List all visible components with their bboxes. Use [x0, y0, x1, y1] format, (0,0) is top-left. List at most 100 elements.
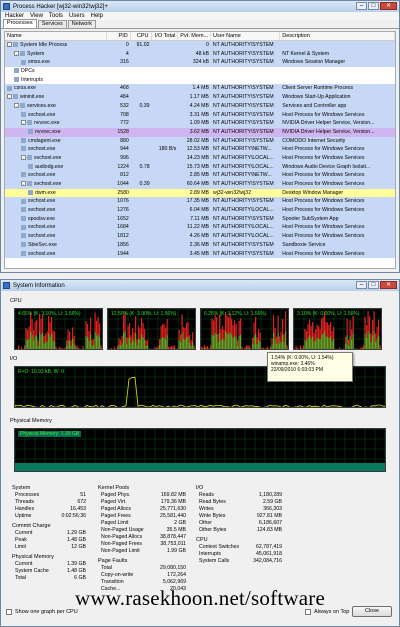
table-row[interactable]: svchost.exe 708 3.31 MB NT AUTHORITY\SYSTEM…: [5, 110, 395, 120]
cpu-kernel-bar: [180, 342, 182, 349]
kernel-stat-row: Paged Frees 25,581,440: [98, 513, 186, 520]
menu-help[interactable]: Help: [91, 13, 103, 19]
tab-network[interactable]: Network: [67, 20, 96, 28]
expand-toggle-icon[interactable]: -: [14, 102, 19, 108]
table-row[interactable]: nvvsvc.exe 1528 3.62 MB NT AUTHORITY\SYSTEM…: [5, 127, 395, 137]
cpu-kernel-bar: [123, 332, 125, 349]
table-row[interactable]: smss.exe 316 324 kB NT AUTHORITY\SYSTEM Wind…: [5, 58, 395, 68]
cpu-kernel-bar: [193, 348, 195, 349]
kernel-stat-value: 38,878,447: [160, 534, 186, 540]
process-cpu-cell: [131, 171, 152, 180]
table-row[interactable]: svchost.exe 1076 17.35 MB NT AUTHORITY\SYST…: [5, 197, 395, 207]
cpu-stat-value: 45,061,918: [256, 551, 282, 557]
process-desc-cell: NVIDIA Driver Helper Service, Version...: [282, 120, 375, 127]
table-row[interactable]: - services.exe 532 0.39 4.24 MB NT AUTHORITY\…: [5, 101, 395, 111]
cpu-kernel-bar: [253, 336, 255, 349]
table-row[interactable]: csrss.exe 468 1.4 MB NT AUTHORITY\SYSTEM Cli…: [5, 84, 395, 94]
process-mem-cell: 6.04 MB: [189, 207, 209, 214]
cpu-kernel-bar: [375, 342, 377, 349]
column-header-pid[interactable]: PID: [107, 32, 131, 40]
cpu-kernel-bar: [72, 339, 74, 349]
table-row[interactable]: DPCs: [5, 67, 395, 76]
tab-processes[interactable]: Processes: [3, 19, 37, 28]
table-row[interactable]: spoolsv.exe 1652 7.11 MB NT AUTHORITY\SYSTE…: [5, 214, 395, 224]
kernel-stat-label: Paged Phys.: [101, 492, 131, 498]
table-row[interactable]: svchost.exe 1684 11.22 MB NT AUTHORITY\LOCA…: [5, 223, 395, 233]
minimize-button[interactable]: –: [356, 2, 367, 10]
table-row[interactable]: audiodg.exe 1224 0.78 15.73 MB NT AUTHORITY\…: [5, 162, 395, 172]
table-row[interactable]: - svchost.exe 1044 0.39 60.64 MB NT AUTHORITY…: [5, 180, 395, 189]
expand-toggle-icon[interactable]: -: [7, 42, 12, 48]
cpu-activity-bar: [298, 348, 300, 349]
cpu-activity-bar: [381, 346, 382, 350]
cpu-kernel-bar: [259, 341, 261, 349]
table-row[interactable]: svchost.exe 812 2.85 MB NT AUTHORITY\NETW..…: [5, 171, 395, 180]
cpu-kernel-bar: [372, 335, 374, 349]
table-row[interactable]: - svchost.exe 996 14.23 MB NT AUTHORITY\LOCA…: [5, 153, 395, 163]
process-name: audiodg.exe: [35, 163, 64, 170]
column-header-user-name[interactable]: User Name: [211, 32, 281, 40]
expand-toggle-icon[interactable]: -: [21, 155, 26, 161]
table-row[interactable]: svchost.exe 1812 4.26 MB NT AUTHORITY\LOCAL…: [5, 232, 395, 241]
expand-toggle-icon[interactable]: -: [21, 181, 26, 187]
cpu-activity-bar: [64, 347, 66, 349]
process-mem-cell: 2.85 MB: [189, 172, 209, 179]
cpu-activity-bar: [21, 347, 23, 349]
column-header-name[interactable]: Name: [5, 32, 107, 40]
cpu-kernel-bar: [136, 345, 138, 349]
physmem-stat-label: Current: [15, 561, 33, 567]
process-icon: [20, 102, 25, 108]
expand-toggle-icon[interactable]: -: [21, 120, 26, 126]
table-row[interactable]: - wininit.exe 484 1.17 MB NT AUTHORITY\SYSTE…: [5, 93, 395, 102]
cpu-kernel-bar: [312, 336, 314, 349]
cpu-kernel-bar: [46, 341, 48, 349]
commit-stat-label: Peak: [15, 537, 27, 543]
process-tree[interactable]: Name PID CPU I/O Total Pvt. Mem... User …: [4, 31, 396, 269]
process-name-cell: - svchost.exe: [5, 154, 107, 163]
process-pid-cell: 1076: [117, 198, 129, 205]
table-row[interactable]: dwm.exe 2580 2.89 MB wj32-win32\wj32 Desktop…: [5, 188, 395, 198]
physical-memory-header: Physical Memory: [12, 554, 54, 560]
table-row[interactable]: - nvvsvc.exe 772 1.09 MB NT AUTHORITY\SYSTEM…: [5, 119, 395, 128]
si-close-window-button[interactable]: ✕: [380, 281, 397, 289]
menu-users[interactable]: Users: [69, 13, 85, 19]
cpu-kernel-bar: [130, 343, 132, 349]
io-stat-value: 366,303: [263, 506, 282, 512]
table-row[interactable]: - System 4 48 kB NT AUTHORITY\SYSTEM NT Kerne…: [5, 49, 395, 59]
si-maximize-button[interactable]: □: [368, 281, 379, 289]
tab-services[interactable]: Services: [37, 20, 67, 28]
cpu-kernel-bar: [203, 349, 204, 350]
io-stat-row: Writes 366,303: [196, 506, 282, 513]
table-row[interactable]: cmdagent.exe 880 28.02 MB NT AUTHORITY\SYST…: [5, 136, 395, 146]
io-stat-row: Reads 1,180,289: [196, 492, 282, 499]
column-header-private-memory[interactable]: Pvt. Mem...: [178, 32, 211, 40]
process-icon: [21, 146, 26, 152]
process-icon: [21, 198, 26, 204]
process-name-cell: cmdagent.exe: [5, 137, 107, 146]
process-mem-cell: [178, 76, 211, 85]
cpu-kernel-bar: [318, 338, 320, 349]
table-row[interactable]: svchost.exe 1276 6.04 MB NT AUTHORITY\LOCAL…: [5, 206, 395, 215]
si-minimize-button[interactable]: –: [356, 281, 367, 289]
menu-tools[interactable]: Tools: [49, 13, 63, 19]
maximize-button[interactable]: □: [368, 2, 379, 10]
process-cpu-cell: [131, 119, 152, 128]
process-cpu-cell: [131, 137, 152, 146]
table-row[interactable]: - System Idle Process 0 91.02 0 NT AUTHORITY\…: [5, 41, 395, 50]
table-row[interactable]: SbieSvc.exe 1856 2.36 MB NT AUTHORITY\SYSTE…: [5, 240, 395, 250]
process-icon: [21, 241, 26, 247]
cpu-activity-bar: [363, 345, 365, 349]
column-header-description[interactable]: Description: [280, 32, 395, 40]
pagefault-stat-label: Transition: [101, 579, 124, 585]
column-header-cpu[interactable]: CPU: [131, 32, 152, 40]
process-icon: [21, 111, 26, 117]
process-io-cell: [152, 137, 179, 146]
table-row[interactable]: svchost.exe 1944 3.45 MB NT AUTHORITY\SYSTE…: [5, 249, 395, 259]
expand-toggle-icon[interactable]: -: [14, 50, 19, 56]
close-button[interactable]: ✕: [380, 2, 397, 10]
column-header-io-total[interactable]: I/O Total: [152, 32, 179, 40]
table-row[interactable]: Interrupts: [5, 75, 395, 85]
process-cpu-cell: [131, 145, 152, 154]
table-row[interactable]: svchost.exe 944 180 B/s 12.53 MB NT AUTHORIT…: [5, 145, 395, 154]
expand-toggle-icon[interactable]: -: [7, 94, 12, 100]
